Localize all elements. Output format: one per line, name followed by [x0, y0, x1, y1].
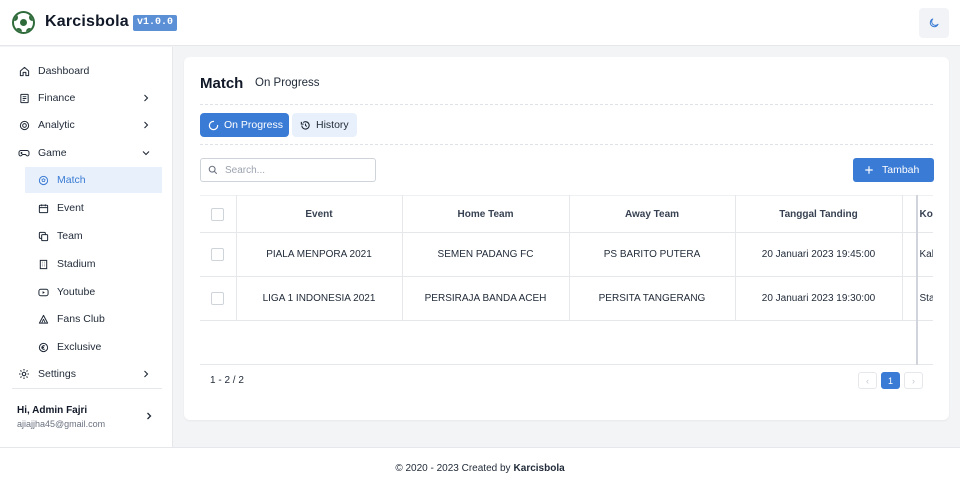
row-checkbox[interactable]: [211, 248, 225, 261]
sidebar-item-label: Finance: [38, 92, 76, 104]
column-header-away-team[interactable]: Away Team: [569, 195, 736, 233]
gamepad-icon: [18, 147, 30, 159]
gear-icon: [18, 368, 30, 380]
tabs-divider: [200, 144, 933, 145]
user-menu-chevron-icon[interactable]: [143, 410, 155, 422]
cell-date: 20 Januari 2023 19:30:00: [735, 276, 903, 321]
sidebar-item-event[interactable]: Event: [25, 195, 162, 221]
select-all-checkbox[interactable]: [211, 207, 225, 221]
next-page-button[interactable]: ›: [904, 372, 923, 389]
page-title: Match: [200, 75, 244, 92]
theme-toggle-button[interactable]: [919, 8, 949, 38]
sidebar-divider: [12, 388, 162, 389]
sidebar-item-label: Stadium: [57, 258, 96, 270]
cell-home-team: SEMEN PADANG FC: [402, 232, 570, 277]
page-subtitle: On Progress: [255, 77, 320, 89]
cell-date: 20 Januari 2023 19:45:00: [735, 232, 903, 277]
chevron-right-icon: [144, 121, 149, 129]
sidebar-item-label: Analytic: [38, 119, 75, 131]
sidebar-item-game[interactable]: Game: [12, 140, 162, 166]
sidebar-item-stadium[interactable]: Stadium: [25, 251, 162, 277]
pagination-range: 1 - 2 / 2: [210, 375, 244, 386]
version-badge: v1.0.0: [133, 15, 178, 31]
chevron-right-icon: [144, 94, 149, 102]
search-icon: [208, 165, 218, 175]
cell-away-team: PERSITA TANGERANG: [569, 276, 736, 321]
sidebar-item-label: Match: [57, 174, 86, 186]
ball-icon: [37, 174, 49, 186]
top-bar: Karcisbola v1.0.0: [0, 0, 960, 46]
user-email: ajiajjha45@gmail.com: [17, 419, 106, 429]
table-row[interactable]: PIALA MENPORA 2021 SEMEN PADANG FC PS BA…: [200, 232, 933, 277]
search-box[interactable]: [200, 158, 376, 182]
sidebar-item-match[interactable]: Match: [25, 167, 162, 193]
add-button-label: Tambah: [882, 164, 920, 176]
title-divider: [200, 104, 933, 105]
sidebar-item-label: Event: [57, 202, 84, 214]
cell-event: PIALA MENPORA 2021: [236, 232, 403, 277]
sidebar-item-analytic[interactable]: Analytic: [12, 112, 162, 138]
column-header-event[interactable]: Event: [236, 195, 403, 233]
tab-on-progress[interactable]: On Progress: [200, 113, 289, 137]
sidebar-item-settings[interactable]: Settings: [12, 361, 162, 387]
match-table: Event Home Team Away Team Tanggal Tandin…: [200, 195, 933, 365]
cell-home-team: PERSIRAJA BANDA ACEH: [402, 276, 570, 321]
prev-page-button[interactable]: ‹: [858, 372, 877, 389]
loader-icon: [208, 120, 219, 130]
page-button-current[interactable]: 1: [881, 372, 900, 389]
sidebar-item-team[interactable]: Team: [25, 223, 162, 249]
footer-brand: Karcisbola: [513, 462, 565, 474]
column-header-home-team[interactable]: Home Team: [402, 195, 570, 233]
sidebar-item-label: Youtube: [57, 286, 96, 298]
sidebar-item-finance[interactable]: Finance: [12, 85, 162, 111]
table-row[interactable]: LIGA 1 INDONESIA 2021 PERSIRAJA BANDA AC…: [200, 276, 933, 321]
plus-icon: [865, 166, 873, 174]
chevron-down-icon: [142, 151, 150, 156]
select-all-cell: [200, 195, 237, 233]
sidebar-item-label: Game: [38, 147, 67, 159]
home-icon: [18, 65, 30, 77]
table-scrollbar[interactable]: [916, 195, 918, 365]
sidebar-item-exclusive[interactable]: Exclusive: [25, 334, 162, 360]
calendar-icon: [37, 202, 49, 214]
row-checkbox[interactable]: [211, 292, 225, 305]
sidebar-item-dashboard[interactable]: Dashboard: [12, 58, 162, 84]
tab-label: On Progress: [224, 119, 283, 131]
add-button[interactable]: Tambah: [853, 158, 934, 182]
sidebar-item-youtube[interactable]: Youtube: [25, 279, 162, 305]
youtube-icon: [37, 286, 49, 298]
fans-icon: [37, 313, 49, 325]
cell-event: LIGA 1 INDONESIA 2021: [236, 276, 403, 321]
moon-icon: [929, 18, 939, 28]
search-input[interactable]: [225, 164, 365, 176]
chevron-right-icon: [144, 370, 149, 378]
match-card: Match On Progress On Progress History Ta…: [184, 57, 949, 420]
sidebar-item-label: Fans Club: [57, 313, 105, 325]
building-icon: [37, 258, 49, 270]
receipt-icon: [18, 92, 30, 104]
euro-icon: [37, 341, 49, 353]
footer: © 2020 - 2023 Created by Karcisbola: [0, 447, 960, 488]
cell-away-team: PS BARITO PUTERA: [569, 232, 736, 277]
sidebar-item-label: Exclusive: [57, 341, 102, 353]
ball-logo-icon: [12, 11, 35, 34]
sidebar-item-fans-club[interactable]: Fans Club: [25, 306, 162, 332]
target-icon: [18, 119, 30, 131]
brand-name: Karcisbola: [45, 13, 129, 30]
tab-label: History: [316, 119, 349, 131]
sidebar-item-label: Team: [57, 230, 83, 242]
copy-icon: [37, 230, 49, 242]
footer-text: © 2020 - 2023 Created by: [395, 462, 511, 474]
tab-history[interactable]: History: [292, 113, 357, 137]
sidebar-item-label: Dashboard: [38, 65, 90, 77]
history-icon: [300, 120, 310, 130]
user-name: Hi, Admin Fajri: [17, 405, 88, 416]
table-header-row: Event Home Team Away Team Tanggal Tandin…: [200, 195, 933, 233]
sidebar-item-label: Settings: [38, 368, 76, 380]
sidebar: Dashboard Finance Analytic Game Match Ev…: [0, 47, 173, 447]
column-header-date[interactable]: Tanggal Tanding: [735, 195, 903, 233]
